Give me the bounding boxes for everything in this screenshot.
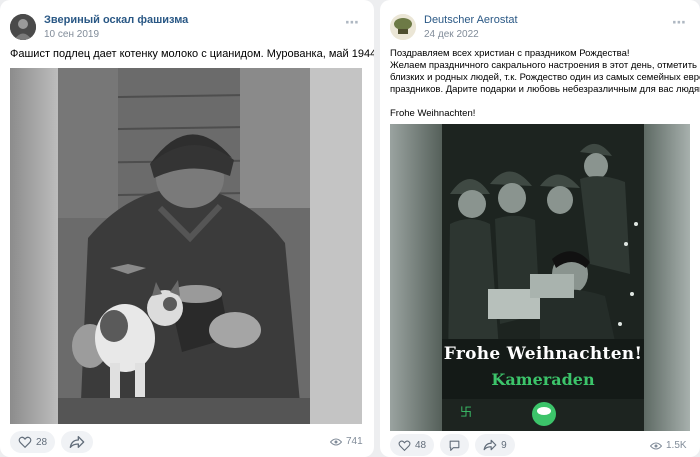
post-text: Поздравляем всех христиан с праздником Р…: [390, 48, 700, 120]
view-count: 1.5K: [650, 440, 687, 451]
share-icon: [483, 439, 497, 451]
like-button[interactable]: 28: [10, 431, 56, 453]
post-text-closing: Frohe Weihnachten!: [390, 108, 476, 119]
image-subcaption: Kameraden: [491, 370, 595, 389]
post-text: Фашист подлец дает котенку молоко с циан…: [10, 48, 374, 61]
views-icon: [650, 442, 662, 449]
post-actions: 48 9: [390, 434, 521, 456]
avatar[interactable]: [10, 14, 36, 40]
share-icon: [69, 435, 85, 448]
post-card: Deutscher Aerostat 24 дек 2022 ⋯ Поздрав…: [380, 0, 700, 457]
like-button[interactable]: 48: [390, 434, 435, 456]
comment-button[interactable]: [440, 434, 470, 456]
like-icon: [398, 440, 411, 451]
post-text-line: Фашист подлец дает котенку молоко с циан…: [10, 48, 374, 60]
author-name[interactable]: Звериный оскал фашизма: [44, 14, 188, 27]
view-count-value: 741: [346, 436, 363, 447]
image-caption: Frohe Weihnachten!: [443, 344, 643, 364]
post-text-line: праздников. Дарите подарки и любовь небе…: [390, 84, 700, 95]
post-photo[interactable]: 卐 Frohe Weihnachten! Kameraden: [390, 124, 690, 431]
views-icon: [330, 438, 342, 445]
post-header: Звериный оскал фашизма 10 сен 2019: [10, 14, 188, 41]
post-header: Deutscher Aerostat 24 дек 2022: [390, 14, 518, 41]
like-count: 28: [36, 436, 48, 448]
post-text-line: Желаем праздничного сакрального настроен…: [390, 60, 700, 71]
post-text-line: близких и родных людей, т.к. Рождество о…: [390, 72, 700, 83]
post-card: Звериный оскал фашизма 10 сен 2019 ⋯ Фаш…: [0, 0, 374, 457]
view-count-value: 1.5K: [666, 440, 687, 451]
post-photo[interactable]: [10, 68, 362, 424]
view-count: 741: [330, 436, 363, 447]
post-actions: 28: [10, 431, 99, 453]
post-date[interactable]: 24 дек 2022: [424, 28, 518, 41]
like-icon: [18, 436, 32, 449]
share-count: 9: [501, 439, 507, 451]
post-date[interactable]: 10 сен 2019: [44, 28, 188, 41]
avatar[interactable]: [390, 14, 416, 40]
post-text-line: Поздравляем всех христиан с праздником Р…: [390, 48, 630, 59]
comment-icon: [449, 440, 460, 451]
more-icon[interactable]: ⋯: [345, 14, 360, 31]
author-name[interactable]: Deutscher Aerostat: [424, 14, 518, 27]
like-count: 48: [415, 439, 427, 451]
svg-text:卐: 卐: [460, 405, 472, 419]
share-button[interactable]: [61, 431, 94, 453]
more-icon[interactable]: ⋯: [672, 14, 687, 31]
share-button[interactable]: 9: [475, 434, 515, 456]
